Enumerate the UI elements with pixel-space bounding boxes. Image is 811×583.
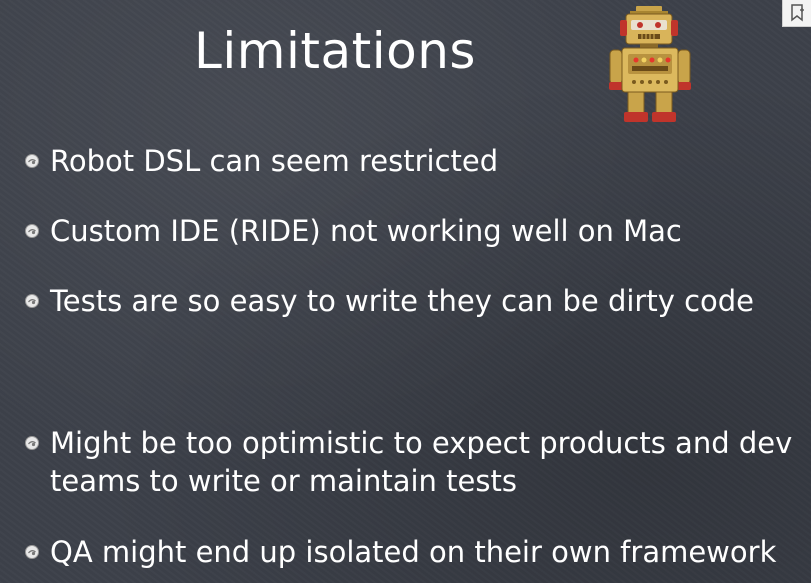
bullet-item: Robot DSL can seem restricted <box>24 142 498 180</box>
bullet-text: Robot DSL can seem restricted <box>50 144 499 178</box>
bullet-icon <box>24 142 46 180</box>
bullet-text: Tests are so easy to write they can be d… <box>50 284 755 318</box>
bullet-icon <box>24 533 46 571</box>
bullet-item: Might be too optimistic to expect produc… <box>24 424 810 500</box>
bullet-item: Tests are so easy to write they can be d… <box>24 282 754 320</box>
bullet-text: Custom IDE (RIDE) not working well on Ma… <box>50 214 682 248</box>
bullet-list: Robot DSL can seem restricted Custom IDE… <box>0 0 811 583</box>
bullet-item: Custom IDE (RIDE) not working well on Ma… <box>24 212 682 250</box>
bullet-icon <box>24 212 46 250</box>
bullet-item: QA might end up isolated on their own fr… <box>24 533 776 571</box>
presentation-slide: Limitations Robot DSL can seem restricte… <box>0 0 811 583</box>
bullet-text: QA might end up isolated on their own fr… <box>50 535 777 569</box>
bullet-text: Might be too optimistic to expect produc… <box>50 426 793 498</box>
bullet-icon <box>24 282 46 320</box>
bullet-icon <box>24 424 46 462</box>
